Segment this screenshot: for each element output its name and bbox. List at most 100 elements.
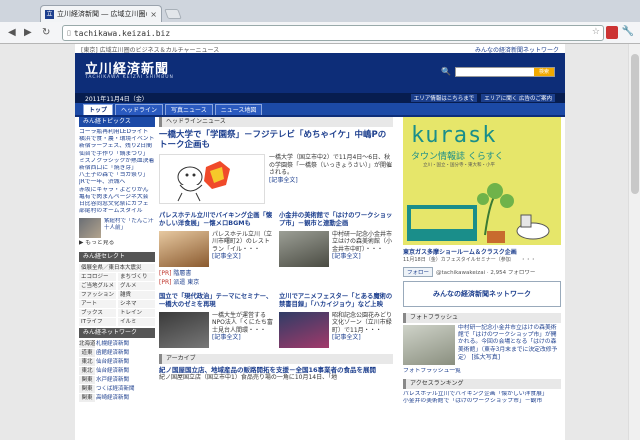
photo-enlarge-link[interactable]: [拡大写真] bbox=[471, 354, 500, 361]
network-area: 関東 bbox=[79, 375, 95, 384]
pr-link[interactable]: [PR] 階層書 bbox=[159, 269, 273, 278]
reload-icon[interactable]: ↻ bbox=[42, 27, 50, 38]
main-column: ヘッドラインニュース 一橋大学で「学園祭」－フジテレビ「めちゃイケ」中嶋Pのトー… bbox=[159, 117, 393, 381]
bookmark-star-icon[interactable]: ☆ bbox=[592, 27, 600, 37]
close-icon[interactable]: × bbox=[150, 10, 157, 19]
search-button[interactable]: 検索 bbox=[534, 68, 554, 76]
date-bar: 2011年11月4日（金） エリア情報はこちらまで エリアに聞く 広告のご案内 bbox=[75, 93, 565, 103]
select-item[interactable]: ブックス bbox=[79, 308, 116, 317]
watch-photo bbox=[79, 218, 101, 239]
story-card: 立川でアニメフェスター「とある魔術の禁書目録」「ハカイジョウ」など上映 昭和記念… bbox=[279, 293, 393, 348]
list-item[interactable]: ミズノクラシックが熱血決着 bbox=[79, 158, 155, 165]
extension-icon[interactable] bbox=[606, 26, 618, 39]
select-item[interactable]: エコロジー bbox=[79, 272, 116, 281]
ranking-header: アクセスランキング bbox=[403, 379, 561, 390]
browser-tab[interactable]: 立 立川経済新聞 ― 広域立川圏の × bbox=[40, 5, 162, 22]
follow-button[interactable]: フォロー bbox=[403, 267, 434, 277]
story-title[interactable]: 国立で「現代政治」テーマにセミナー、一橋大のゼミを再現 bbox=[159, 293, 273, 309]
site-tagline: [東京] 広域立川圏のビジネス＆カルチャーニュース bbox=[81, 47, 220, 54]
select-item[interactable]: アート bbox=[79, 299, 116, 308]
search-input[interactable]: 検索 bbox=[455, 67, 555, 77]
watch-photo-item[interactable]: 紫紐村で「だんご汁十人前」 bbox=[79, 218, 155, 239]
list-item[interactable]: 日比谷同窓文化祭にカフェ bbox=[79, 201, 155, 208]
archive-title[interactable]: 紀ノ国屋国立店、地域産品の販路開拓を支援－全国16事業者の食品を展開 bbox=[159, 366, 393, 374]
scrollbar-thumb[interactable] bbox=[631, 54, 639, 194]
photo-flash-image[interactable] bbox=[403, 325, 455, 365]
tab-news-map[interactable]: ニュース地図 bbox=[214, 104, 263, 115]
ad-caption[interactable]: 東京ガス多摩ショールーム＆クラスク企画 bbox=[403, 247, 561, 256]
pr-tag: [PR] bbox=[159, 279, 172, 286]
forward-icon[interactable]: ▶ bbox=[24, 27, 32, 38]
list-item[interactable]: コーラ瓶再利用LEDライト bbox=[79, 129, 155, 136]
back-icon[interactable]: ◀ bbox=[8, 27, 16, 38]
select-item[interactable]: ご当地グルメ bbox=[79, 281, 116, 290]
ranking-item[interactable]: 小金井の美術館で「はけのワークショップ市」－観市 bbox=[403, 398, 561, 405]
select-item[interactable]: ITライフ bbox=[79, 317, 116, 326]
network-link[interactable]: みんなの経済新聞ネットワーク bbox=[475, 45, 559, 54]
photo-list-link[interactable]: フォトフラッシュ一覧 bbox=[403, 368, 561, 375]
story-read-more[interactable]: [記事全文] bbox=[332, 253, 393, 260]
hero-read-more[interactable]: [記事全文] bbox=[269, 177, 393, 185]
pr-text[interactable]: 階層書 bbox=[173, 270, 191, 277]
select-item[interactable]: シネマ bbox=[118, 299, 155, 308]
tab-headline[interactable]: ヘッドライン bbox=[115, 104, 164, 115]
network-site[interactable]: 仙台経済新聞 bbox=[96, 367, 155, 375]
story-summary: 中村研一記念小金井市立はけの森美術館（小金井市中町）・・・ bbox=[332, 231, 393, 253]
network-site[interactable]: 水戸経済新聞 bbox=[96, 376, 155, 384]
select-item[interactable]: 個展全県／東日本大震災 bbox=[79, 263, 155, 272]
network-site[interactable]: 仙台経済新聞 bbox=[96, 358, 155, 366]
select-item[interactable]: ファッション bbox=[79, 290, 116, 299]
hero-illustration[interactable] bbox=[159, 154, 265, 204]
select-item[interactable]: イルミ bbox=[118, 317, 155, 326]
list-item[interactable]: 部尾村のオームスタイル bbox=[79, 208, 155, 215]
network-site[interactable]: つくば経済新聞 bbox=[96, 385, 155, 393]
top-headline[interactable]: 一橋大学で「学園祭」－フジテレビ「めちゃイケ」中嶋Pのトーク企画も bbox=[159, 130, 393, 150]
new-tab-button[interactable] bbox=[164, 9, 182, 19]
story-title[interactable]: パレスホテル立川でバイキング企画「懐かしい洋食展」－懐メロBGMも bbox=[159, 212, 273, 228]
list-item[interactable]: 八王子の森で「ヨガ祭り」 bbox=[79, 172, 155, 179]
story-grid: パレスホテル立川でバイキング企画「懐かしい洋食展」－懐メロBGMも パレスホテル… bbox=[159, 212, 393, 287]
select-item[interactable]: トレイン bbox=[118, 308, 155, 317]
story-title[interactable]: 小金井の美術館で「はけのワークショップ市」－観市と連動企画 bbox=[279, 212, 393, 228]
select-item[interactable]: まちづくり bbox=[118, 272, 155, 281]
story-text: パレスホテル立川（立川市曙町2）のレストラン「イル・・・ [記事全文] bbox=[212, 231, 273, 267]
story-photo[interactable] bbox=[159, 312, 209, 348]
story-read-more[interactable]: [記事全文] bbox=[332, 334, 393, 341]
network-site[interactable]: 函館経済新聞 bbox=[96, 349, 155, 357]
twitter-follow: フォロー @tachikawakeizai · 2,954 フォロワー bbox=[403, 267, 561, 277]
network-site[interactable]: 札幌経済新聞 bbox=[96, 340, 155, 348]
address-bar[interactable]: ▯ tachikawa.keizai.biz bbox=[62, 25, 604, 41]
story-read-more[interactable]: [記事全文] bbox=[212, 334, 273, 341]
pr-text[interactable]: 派遣 東京 bbox=[173, 279, 199, 286]
story-photo[interactable] bbox=[159, 231, 209, 267]
photo-header: フォトフラッシュ bbox=[403, 313, 561, 323]
list-item[interactable]: JRで一年、渋城へ bbox=[79, 179, 155, 186]
list-item[interactable]: 新宿ラーフェス、残り2日間 bbox=[79, 143, 155, 150]
list-item[interactable]: 亀有で肉まんページネ大会 bbox=[79, 194, 155, 201]
more-link[interactable]: ▶ もっと見る bbox=[79, 240, 155, 247]
list-item[interactable]: 横浜で食・農・環境イベント bbox=[79, 136, 155, 143]
area-info-link[interactable]: エリア情報はこちらまで bbox=[410, 94, 478, 102]
story-title[interactable]: 立川でアニメフェスター「とある魔術の禁書目録」「ハカイジョウ」など上映 bbox=[279, 293, 393, 309]
list-item[interactable]: 赤坂にキャラ・よどりかん bbox=[79, 187, 155, 194]
pr-link[interactable]: [PR] 派遣 東京 bbox=[159, 278, 273, 287]
wrench-icon[interactable]: 🔧 bbox=[622, 26, 634, 37]
select-item[interactable]: グルメ bbox=[118, 281, 155, 290]
ranking-item[interactable]: パレスホテル立川でバイキング企画「懐かしい洋食展」 bbox=[403, 391, 561, 398]
kurask-ad[interactable]: kurask タウン情報誌 くらすく 立川・国立・国分寺・東大和・小平 bbox=[403, 117, 561, 245]
network-area: 東北 bbox=[79, 366, 95, 375]
archive-header: アーカイブ bbox=[159, 354, 393, 364]
network-banner[interactable]: みんなの経済新聞ネットワーク bbox=[403, 281, 561, 307]
tab-photo-news[interactable]: 写真ニュース bbox=[165, 104, 213, 115]
story-photo[interactable] bbox=[279, 312, 329, 348]
select-item[interactable]: 雑貨 bbox=[118, 290, 155, 299]
list-item[interactable]: 新宿西口に「焼き芽」 bbox=[79, 165, 155, 172]
tab-top[interactable]: トップ bbox=[83, 104, 114, 115]
network-site[interactable]: 高崎経済新聞 bbox=[96, 394, 155, 402]
story-read-more[interactable]: [記事全文] bbox=[212, 253, 273, 260]
watch-photo-caption[interactable]: 紫紐村で「だんご汁十人前」 bbox=[104, 218, 155, 232]
list-item[interactable]: 仙台で手作り「鍋まつり」 bbox=[79, 151, 155, 158]
area-ads-link[interactable]: エリアに聞く 広告のご案内 bbox=[481, 94, 555, 102]
scrollbar[interactable] bbox=[628, 44, 640, 440]
story-photo[interactable] bbox=[279, 231, 329, 267]
